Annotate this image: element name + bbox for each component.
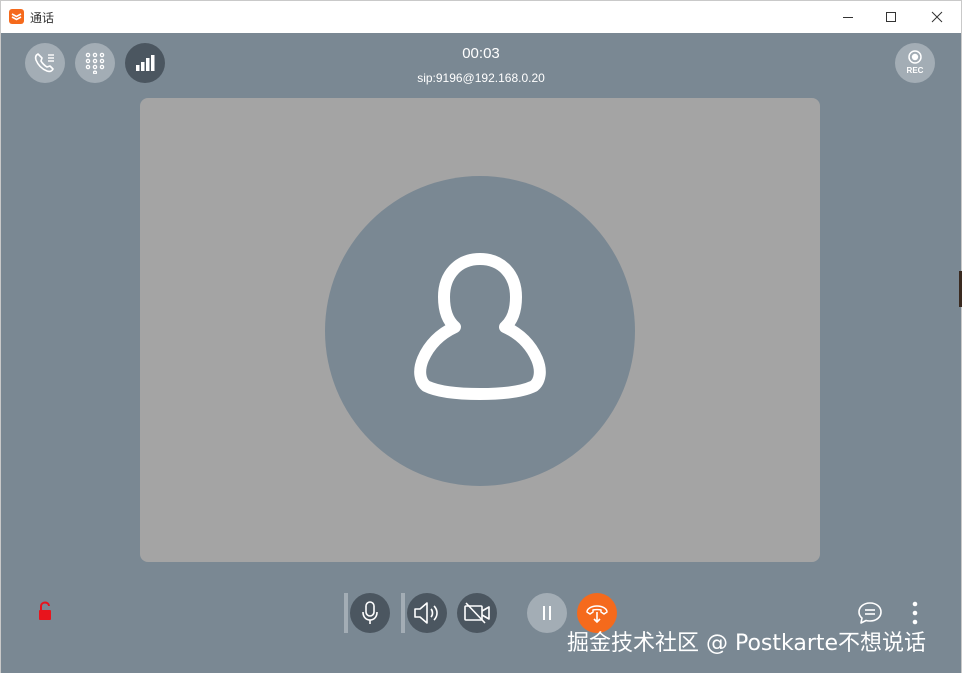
microphone-icon <box>362 601 378 624</box>
chat-icon <box>858 602 882 624</box>
sip-address: sip:9196@192.168.0.20 <box>417 71 545 85</box>
watermark: 掘金技术社区 @ Postkarte不想说话 <box>567 631 927 656</box>
pause-icon <box>543 606 551 620</box>
window-title: 通话 <box>30 11 55 25</box>
call-timer: 00:03 <box>462 45 500 62</box>
close-button[interactable] <box>914 1 960 33</box>
maximize-button[interactable] <box>868 1 914 33</box>
divider <box>401 593 405 633</box>
speaker-button[interactable] <box>407 593 447 633</box>
lock-icon[interactable] <box>36 601 54 623</box>
title-bar[interactable]: 通话 <box>1 1 961 33</box>
user-avatar-icon <box>414 253 546 400</box>
transfer-icon <box>586 605 608 624</box>
more-icon <box>912 601 918 625</box>
record-icon <box>908 50 922 64</box>
call-area: 00:03 sip:9196@192.168.0.20 REC 掘金技术社区 @… <box>1 33 961 673</box>
record-label: REC <box>906 66 924 75</box>
avatar <box>325 176 635 486</box>
call-window: 通话 00:03 sip:9196@192.168.0.20 REC 掘金技术社… <box>0 0 962 673</box>
divider <box>344 593 348 633</box>
video-panel <box>140 98 820 562</box>
speaker-icon <box>414 602 438 624</box>
camera-toggle-button[interactable] <box>457 593 497 633</box>
record-button[interactable]: REC <box>895 43 935 83</box>
minimize-button[interactable] <box>825 1 871 33</box>
camera-off-icon <box>464 602 490 624</box>
app-logo-icon <box>9 9 24 24</box>
microphone-button[interactable] <box>350 593 390 633</box>
hold-button[interactable] <box>527 593 567 633</box>
